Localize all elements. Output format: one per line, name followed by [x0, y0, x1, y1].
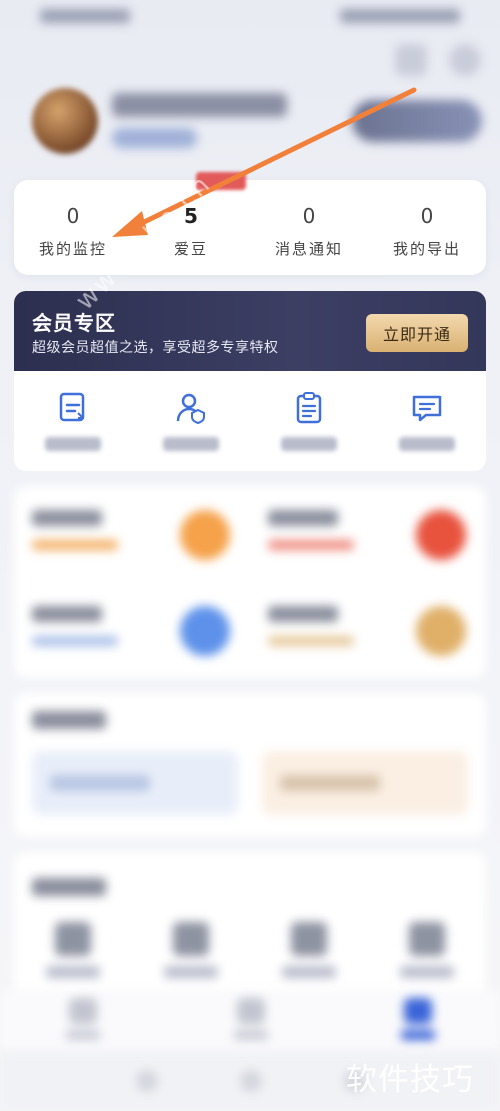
- stat-label: 消息通知: [274, 240, 343, 258]
- tool-icon: [409, 922, 445, 956]
- status-bar-indicators: [340, 9, 460, 23]
- recent-apps-icon[interactable]: [136, 1070, 158, 1092]
- tools-section-title: [32, 878, 106, 896]
- tab-home[interactable]: [20, 998, 145, 1040]
- feature-subtitle: [32, 636, 118, 646]
- vip-status-button[interactable]: [352, 100, 482, 142]
- tool-icon: [291, 922, 327, 956]
- stats-card: 0 我的监控 5 爱豆 0 消息通知 0 我的导出: [14, 180, 486, 275]
- feature-item[interactable]: [14, 582, 250, 678]
- quick-action-label: [163, 437, 219, 451]
- quick-action-label: [281, 437, 337, 451]
- home-button-icon[interactable]: [240, 1070, 262, 1092]
- stat-notifications[interactable]: 0 消息通知: [250, 202, 368, 259]
- quick-action-1[interactable]: [14, 391, 132, 451]
- feature-title: [32, 510, 102, 526]
- scan-icon[interactable]: [395, 44, 427, 76]
- service-tile-label: [50, 775, 150, 791]
- tab-profile[interactable]: [355, 998, 480, 1040]
- quick-action-2[interactable]: [132, 391, 250, 451]
- profile-icon: [403, 998, 432, 1024]
- tab-discover[interactable]: [188, 998, 313, 1040]
- quick-action-label: [399, 437, 455, 451]
- tab-label: [65, 1030, 100, 1040]
- feature-gold-icon: [416, 606, 466, 656]
- service-section-title: [32, 711, 106, 729]
- tool-label: [164, 966, 218, 978]
- tool-label: [46, 966, 100, 978]
- tools-section: [14, 852, 486, 1002]
- service-section: [14, 693, 486, 837]
- document-list-icon: [296, 392, 322, 424]
- home-icon: [68, 998, 97, 1024]
- tab-label: [400, 1030, 435, 1040]
- service-tile-right[interactable]: [262, 751, 468, 815]
- chat-bubble-icon: [412, 395, 442, 422]
- tool-icon: [55, 922, 91, 956]
- stat-value: 0: [66, 204, 80, 228]
- member-title: 会员专区: [32, 311, 116, 335]
- feature-subtitle: [32, 540, 118, 550]
- settings-icon[interactable]: [449, 44, 481, 76]
- tool-item[interactable]: [368, 922, 486, 978]
- bottom-tab-bar: [0, 990, 500, 1052]
- quick-action-3[interactable]: [250, 391, 368, 451]
- tool-item[interactable]: [132, 922, 250, 978]
- quick-action-label: [45, 437, 101, 451]
- feature-subtitle: [268, 540, 354, 550]
- feature-orange-icon: [180, 510, 230, 560]
- service-tile-label: [280, 775, 380, 791]
- feature-subtitle: [268, 636, 354, 646]
- refresh-doc-icon: [59, 392, 85, 422]
- corner-watermark: 软件技巧: [346, 1062, 474, 1098]
- service-tile-left[interactable]: [32, 751, 238, 815]
- stat-value: 0: [302, 204, 316, 228]
- avatar[interactable]: [32, 88, 98, 154]
- tool-label: [282, 966, 336, 978]
- tool-label: [400, 966, 454, 978]
- feature-item[interactable]: [250, 582, 486, 678]
- feature-item[interactable]: [250, 486, 486, 582]
- stat-my-exports[interactable]: 0 我的导出: [368, 202, 486, 259]
- tool-item[interactable]: [14, 922, 132, 978]
- user-level-badge: [112, 128, 197, 148]
- feature-title: [268, 606, 338, 622]
- status-bar: [0, 0, 500, 36]
- member-subtitle: 超级会员超值之选，享受超多专享特权: [32, 340, 279, 356]
- feature-item[interactable]: [14, 486, 250, 582]
- quick-action-4[interactable]: [368, 391, 486, 451]
- quick-actions: [14, 371, 486, 471]
- open-membership-button[interactable]: 立即开通: [366, 314, 468, 352]
- stat-label: 我的导出: [392, 240, 461, 258]
- username[interactable]: [112, 93, 287, 117]
- feature-blue-icon: [180, 606, 230, 656]
- feature-title: [268, 510, 338, 526]
- feature-grid: [14, 486, 486, 678]
- tool-item[interactable]: [250, 922, 368, 978]
- discover-icon: [236, 998, 265, 1024]
- user-badge-icon: [176, 393, 205, 425]
- status-bar-time: [40, 9, 130, 23]
- feature-red-icon: [416, 510, 466, 560]
- tab-label: [233, 1030, 268, 1040]
- stat-value: 0: [420, 204, 434, 228]
- feature-title: [32, 606, 102, 622]
- tool-icon: [173, 922, 209, 956]
